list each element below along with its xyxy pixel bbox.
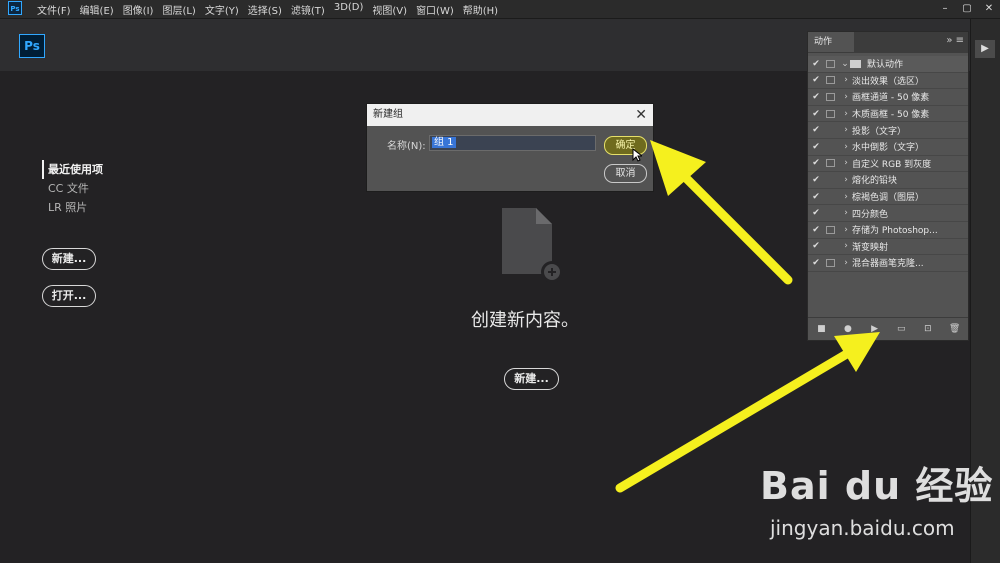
watermark-url: jingyan.baidu.com <box>770 516 955 540</box>
baidu-watermark: Bai du 经验 <box>760 464 994 508</box>
arrow-to-ok <box>650 140 793 285</box>
